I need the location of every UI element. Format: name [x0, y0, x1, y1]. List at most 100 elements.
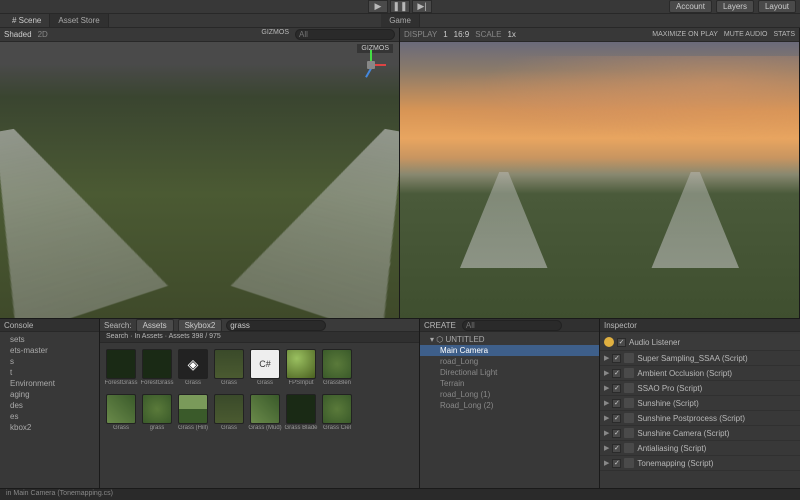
component-row[interactable]: ▶✓Ambient Occlusion (Script) — [600, 366, 800, 381]
tab-asset-store[interactable]: Asset Store — [50, 14, 108, 27]
component-enable-checkbox[interactable]: ✓ — [612, 354, 621, 363]
maximize-toggle[interactable]: MAXIMIZE ON PLAY — [652, 31, 718, 38]
game-viewport[interactable] — [400, 42, 799, 318]
account-dropdown[interactable]: Account — [669, 0, 712, 13]
play-button[interactable]: ▶ — [368, 0, 388, 13]
asset-item[interactable]: ForestGrass — [104, 349, 138, 386]
tree-item[interactable]: aging — [0, 389, 99, 400]
top-toolbar: ▶ ❚❚ ▶| Account Layers Layout — [0, 0, 800, 14]
hierarchy-item[interactable]: road_Long (1) — [420, 389, 599, 400]
component-row[interactable]: ▶✓Sunshine Camera (Script) — [600, 426, 800, 441]
asset-thumbnail — [286, 349, 316, 379]
hierarchy-item[interactable]: Main Camera — [420, 345, 599, 356]
asset-thumbnail — [178, 394, 208, 424]
expand-arrow-icon[interactable]: ▶ — [604, 444, 609, 452]
component-row[interactable]: ▶✓ Tonemapping (Script) — [600, 456, 800, 471]
component-row[interactable]: ▶✓Antialiasing (Script) — [600, 441, 800, 456]
aspect-dropdown[interactable]: 16:9 — [454, 30, 470, 39]
mode-2d-toggle[interactable]: 2D — [38, 30, 48, 39]
hierarchy-header: CREATE — [420, 319, 599, 332]
create-dropdown[interactable]: CREATE — [424, 321, 456, 330]
component-row[interactable]: ▶✓Sunshine (Script) — [600, 396, 800, 411]
layers-dropdown[interactable]: Layers — [716, 0, 754, 13]
tree-item[interactable]: sets — [0, 334, 99, 345]
component-label: Tonemapping (Script) — [637, 459, 713, 468]
hierarchy-item[interactable]: Terrain — [420, 378, 599, 389]
layout-dropdown[interactable]: Layout — [758, 0, 796, 13]
tree-item[interactable]: Environment — [0, 378, 99, 389]
audio-enable-checkbox[interactable]: ✓ — [617, 338, 626, 347]
asset-label: Grass — [113, 425, 129, 431]
script-icon — [624, 383, 634, 393]
expand-arrow-icon[interactable]: ▶ — [604, 384, 609, 392]
scene-road-left — [0, 121, 168, 318]
display-dropdown[interactable]: 1 — [443, 30, 447, 39]
scene-viewport[interactable]: GIZMOS — [0, 42, 399, 318]
asset-label: GrassBlen — [323, 380, 351, 386]
hierarchy-item[interactable]: Road_Long (2) — [420, 400, 599, 411]
asset-item[interactable]: Grass (Mud) — [248, 394, 282, 431]
filter-assets-button[interactable]: Assets — [136, 319, 174, 332]
expand-arrow-icon[interactable]: ▶ — [604, 369, 609, 377]
tree-item[interactable]: s — [0, 356, 99, 367]
asset-item[interactable]: Grass — [212, 394, 246, 431]
mute-toggle[interactable]: MUTE AUDIO — [724, 31, 768, 38]
component-row[interactable]: ▶✓Super Sampling_SSAA (Script) — [600, 351, 800, 366]
asset-item[interactable]: GrassBlen — [320, 349, 354, 386]
component-enable-checkbox[interactable]: ✓ — [612, 444, 621, 453]
tab-scene[interactable]: # Scene — [4, 14, 50, 27]
orientation-gizmo[interactable] — [354, 48, 389, 83]
render-mode-dropdown[interactable]: Shaded — [4, 30, 32, 39]
console-tab[interactable]: Console — [0, 319, 99, 332]
asset-item[interactable]: C#Grass — [248, 349, 282, 386]
tree-item[interactable]: kbox2 — [0, 422, 99, 433]
hierarchy-item[interactable]: road_Long — [420, 356, 599, 367]
expand-arrow-icon[interactable]: ▶ — [604, 459, 609, 467]
asset-item[interactable]: Grass Ciel — [320, 394, 354, 431]
expand-arrow-icon[interactable]: ▶ — [604, 414, 609, 422]
scene-search-input[interactable] — [295, 29, 395, 40]
asset-label: Grass — [221, 425, 237, 431]
asset-item[interactable]: Grass Blade — [284, 394, 318, 431]
asset-item[interactable]: grass — [140, 394, 174, 431]
asset-item[interactable]: Grass — [212, 349, 246, 386]
scale-value[interactable]: 1x — [507, 30, 515, 39]
audio-listener-component[interactable]: ✓ Audio Listener — [600, 334, 800, 351]
asset-item[interactable]: FPSInput — [284, 349, 318, 386]
component-enable-checkbox[interactable]: ✓ — [612, 399, 621, 408]
tree-item[interactable]: es — [0, 411, 99, 422]
expand-arrow-icon[interactable]: ▶ — [604, 399, 609, 407]
script-icon — [624, 428, 634, 438]
hierarchy-search-input[interactable] — [462, 320, 562, 331]
component-enable-checkbox[interactable]: ✓ — [612, 414, 621, 423]
pause-button[interactable]: ❚❚ — [390, 0, 410, 13]
search-label: Search: — [104, 321, 132, 330]
component-enable-checkbox[interactable]: ✓ — [612, 369, 621, 378]
asset-item[interactable]: Grass — [104, 394, 138, 431]
step-button[interactable]: ▶| — [412, 0, 432, 13]
tree-item[interactable]: t — [0, 367, 99, 378]
gizmos-dropdown[interactable]: GIZMOS — [261, 29, 289, 40]
asset-item[interactable]: ◈Grass — [176, 349, 210, 386]
expand-arrow-icon[interactable]: ▶ — [604, 354, 609, 362]
project-search-input[interactable] — [226, 320, 326, 331]
tab-game[interactable]: Game — [381, 14, 420, 27]
component-row[interactable]: ▶✓Sunshine Postprocess (Script) — [600, 411, 800, 426]
component-enable-checkbox[interactable]: ✓ — [612, 459, 621, 468]
game-render — [400, 42, 799, 318]
tree-item[interactable]: des — [0, 400, 99, 411]
tree-item[interactable]: ets-master — [0, 345, 99, 356]
expand-arrow-icon[interactable]: ▶ — [604, 429, 609, 437]
inspector-tab[interactable]: Inspector — [600, 319, 800, 332]
scene-root[interactable]: ▾ ⬡ UNTITLED — [420, 334, 599, 345]
component-enable-checkbox[interactable]: ✓ — [612, 384, 621, 393]
asset-item[interactable]: ForestGrass — [140, 349, 174, 386]
asset-item[interactable]: Grass (Hill) — [176, 394, 210, 431]
stats-toggle[interactable]: STATS — [773, 31, 795, 38]
component-enable-checkbox[interactable]: ✓ — [612, 429, 621, 438]
component-row[interactable]: ▶✓SSAO Pro (Script) — [600, 381, 800, 396]
asset-label: Grass — [257, 380, 273, 386]
filter-skybox-button[interactable]: Skybox2 — [178, 319, 223, 332]
hierarchy-item[interactable]: Directional Light — [420, 367, 599, 378]
game-road-left — [460, 172, 548, 269]
